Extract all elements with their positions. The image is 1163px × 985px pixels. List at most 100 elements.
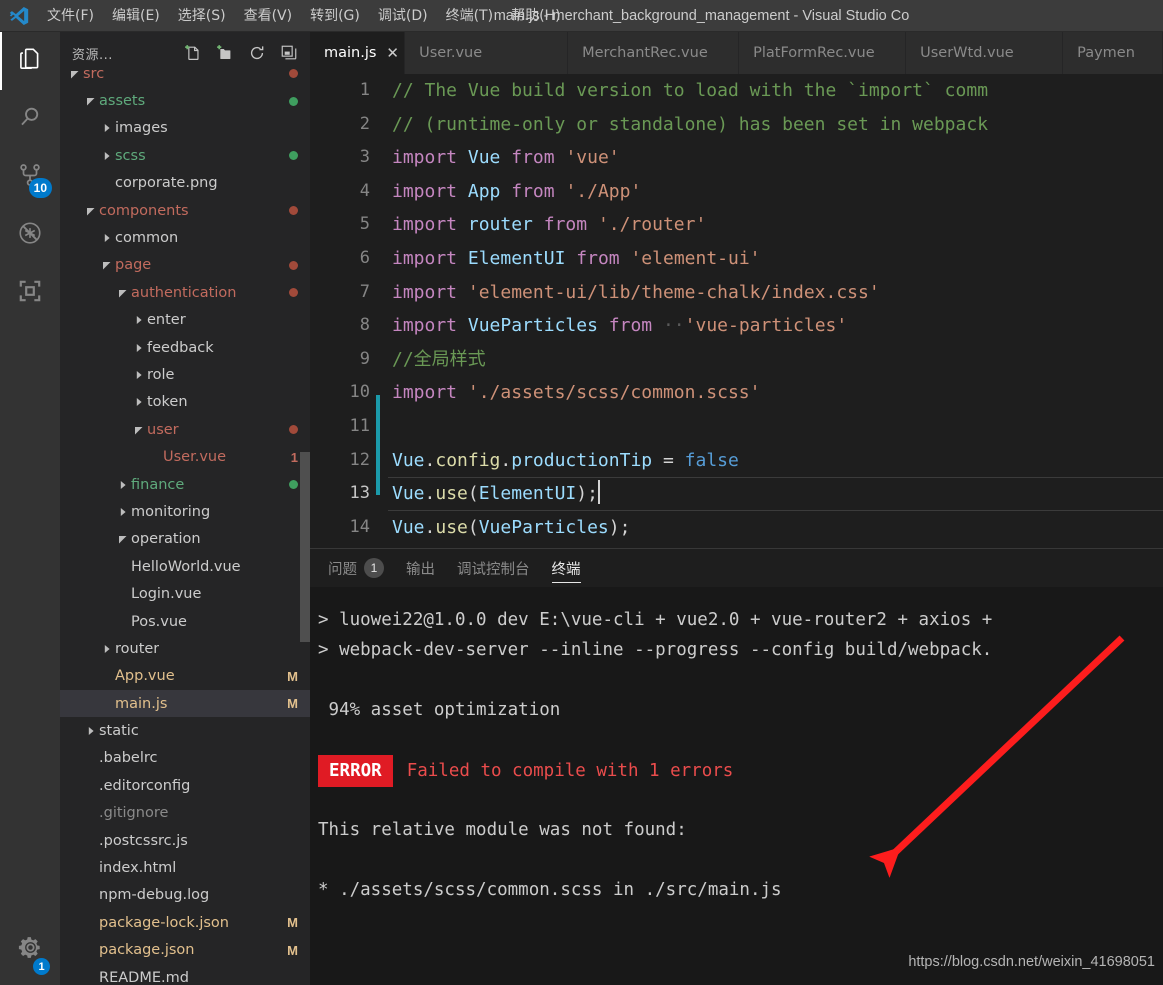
- tree-item-assets[interactable]: assets: [60, 87, 310, 114]
- chevron-right-icon[interactable]: [132, 368, 146, 382]
- chevron-right-icon[interactable]: [116, 505, 130, 519]
- tree-item-readme-md[interactable]: README.md: [60, 964, 310, 985]
- menu-file[interactable]: 文件(F): [38, 0, 103, 32]
- tree-item-status-dot: [289, 151, 298, 160]
- file-tree[interactable]: srcassetsimagesscsscorporate.pngcomponen…: [60, 60, 310, 985]
- sidebar-scrollbar[interactable]: [300, 452, 310, 642]
- editor-tabs[interactable]: main.js✕User.vue✕MerchantRec.vue✕PlatFor…: [310, 32, 1163, 74]
- activity-item-extensions[interactable]: [0, 264, 60, 322]
- code-line[interactable]: 5import router from './router': [310, 208, 1163, 242]
- chevron-right-icon[interactable]: [132, 395, 146, 409]
- panel-tab-3[interactable]: 终端: [552, 549, 581, 587]
- panel-tab-bar[interactable]: 问题1 输出调试控制台终端: [310, 549, 1163, 587]
- code-editor[interactable]: 1// The Vue build version to load with t…: [310, 74, 1163, 548]
- code-line[interactable]: 1// The Vue build version to load with t…: [310, 74, 1163, 108]
- tree-item-package-json[interactable]: package.jsonM: [60, 937, 310, 964]
- tree-item-role[interactable]: role: [60, 361, 310, 388]
- code-line[interactable]: 13Vue.use(ElementUI);: [310, 477, 1163, 511]
- tree-item-corporate-png[interactable]: corporate.png: [60, 170, 310, 197]
- tree-item-enter[interactable]: enter: [60, 307, 310, 334]
- code-line[interactable]: 9//全局样式: [310, 343, 1163, 377]
- tree-item-static[interactable]: static: [60, 717, 310, 744]
- editor-tab-userwtd-vue[interactable]: UserWtd.vue✕: [906, 32, 1063, 74]
- tree-item--postcssrc-js[interactable]: .postcssrc.js: [60, 827, 310, 854]
- terminal-output[interactable]: > luowei22@1.0.0 dev E:\vue-cli + vue2.0…: [310, 587, 1163, 985]
- chevron-right-icon[interactable]: [132, 341, 146, 355]
- chevron-down-icon[interactable]: [116, 532, 130, 546]
- menu-terminal[interactable]: 终端(T): [437, 0, 502, 32]
- activity-item-search[interactable]: [0, 90, 60, 148]
- code-line[interactable]: 11: [310, 410, 1163, 444]
- tree-item-feedback[interactable]: feedback: [60, 334, 310, 361]
- tree-item-page[interactable]: page: [60, 252, 310, 279]
- code-line[interactable]: 8import VueParticles from ··'vue-particl…: [310, 309, 1163, 343]
- editor-tab-user-vue[interactable]: User.vue✕: [405, 32, 568, 74]
- menu-help[interactable]: 帮助(H): [502, 0, 569, 32]
- code-line[interactable]: 12Vue.config.productionTip = false: [310, 444, 1163, 478]
- chevron-right-icon[interactable]: [100, 231, 114, 245]
- tree-item-router[interactable]: router: [60, 635, 310, 662]
- chevron-right-icon[interactable]: [100, 149, 114, 163]
- code-line[interactable]: 4import App from './App': [310, 175, 1163, 209]
- code-line[interactable]: 2// (runtime-only or standalone) has bee…: [310, 108, 1163, 142]
- chevron-right-icon[interactable]: [132, 313, 146, 327]
- chevron-down-icon[interactable]: [84, 94, 98, 108]
- panel-tab-1[interactable]: 输出: [406, 549, 435, 587]
- tree-item-src[interactable]: src: [60, 60, 310, 87]
- menu-bar: 文件(F) 编辑(E) 选择(S) 查看(V) 转到(G) 调试(D) 终端(T…: [38, 0, 570, 32]
- tree-item--editorconfig[interactable]: .editorconfig: [60, 772, 310, 799]
- tree-item-user-vue[interactable]: User.vue1: [60, 443, 310, 470]
- code-content[interactable]: 1// The Vue build version to load with t…: [310, 74, 1163, 548]
- chevron-right-icon[interactable]: [116, 478, 130, 492]
- tree-item-npm-debug-log[interactable]: npm-debug.log: [60, 882, 310, 909]
- code-line[interactable]: 10import './assets/scss/common.scss': [310, 376, 1163, 410]
- panel-tab-2[interactable]: 调试控制台: [457, 549, 530, 587]
- tree-item--babelrc[interactable]: .babelrc: [60, 745, 310, 772]
- panel-tab-0[interactable]: 问题1: [328, 549, 384, 587]
- chevron-down-icon[interactable]: [132, 423, 146, 437]
- activity-item-debug[interactable]: [0, 206, 60, 264]
- menu-go[interactable]: 转到(G): [301, 0, 369, 32]
- tree-item-login-vue[interactable]: Login.vue: [60, 580, 310, 607]
- chevron-down-icon[interactable]: [116, 286, 130, 300]
- menu-edit[interactable]: 编辑(E): [103, 0, 169, 32]
- tree-item-user[interactable]: user: [60, 416, 310, 443]
- chevron-right-icon[interactable]: [84, 724, 98, 738]
- editor-tab-paymen[interactable]: Paymen✕: [1063, 32, 1163, 74]
- tree-item-app-vue[interactable]: App.vueM: [60, 663, 310, 690]
- chevron-right-icon[interactable]: [100, 642, 114, 656]
- chevron-down-icon[interactable]: [100, 258, 114, 272]
- activity-item-source-control[interactable]: 10: [0, 148, 60, 206]
- editor-tab-main-js[interactable]: main.js✕: [310, 32, 405, 74]
- code-line[interactable]: 14Vue.use(VueParticles);: [310, 511, 1163, 545]
- editor-tab-merchantrec-vue[interactable]: MerchantRec.vue✕: [568, 32, 739, 74]
- activity-item-settings[interactable]: 1: [0, 921, 60, 979]
- tree-item-components[interactable]: components: [60, 197, 310, 224]
- tree-item-finance[interactable]: finance: [60, 471, 310, 498]
- code-line[interactable]: 3import Vue from 'vue': [310, 141, 1163, 175]
- tree-item--gitignore[interactable]: .gitignore: [60, 800, 310, 827]
- tree-item-index-html[interactable]: index.html: [60, 854, 310, 881]
- menu-view[interactable]: 查看(V): [235, 0, 302, 32]
- code-line[interactable]: 6import ElementUI from 'element-ui': [310, 242, 1163, 276]
- activity-item-explorer[interactable]: [0, 32, 60, 90]
- tree-item-package-lock-json[interactable]: package-lock.jsonM: [60, 909, 310, 936]
- menu-debug[interactable]: 调试(D): [369, 0, 437, 32]
- chevron-right-icon[interactable]: [100, 121, 114, 135]
- tree-item-common[interactable]: common: [60, 224, 310, 251]
- tree-item-authentication[interactable]: authentication: [60, 279, 310, 306]
- tree-item-scss[interactable]: scss: [60, 142, 310, 169]
- tree-item-operation[interactable]: operation: [60, 526, 310, 553]
- close-icon[interactable]: ✕: [386, 44, 399, 62]
- tree-item-monitoring[interactable]: monitoring: [60, 498, 310, 525]
- tree-item-pos-vue[interactable]: Pos.vue: [60, 608, 310, 635]
- menu-selection[interactable]: 选择(S): [169, 0, 235, 32]
- chevron-down-icon[interactable]: [84, 204, 98, 218]
- code-line[interactable]: 7import 'element-ui/lib/theme-chalk/inde…: [310, 276, 1163, 310]
- tree-item-token[interactable]: token: [60, 389, 310, 416]
- tree-item-images[interactable]: images: [60, 115, 310, 142]
- chevron-down-icon[interactable]: [68, 67, 82, 81]
- tree-item-helloworld-vue[interactable]: HelloWorld.vue: [60, 553, 310, 580]
- tree-item-main-js[interactable]: main.jsM: [60, 690, 310, 717]
- editor-tab-platformrec-vue[interactable]: PlatFormRec.vue✕: [739, 32, 906, 74]
